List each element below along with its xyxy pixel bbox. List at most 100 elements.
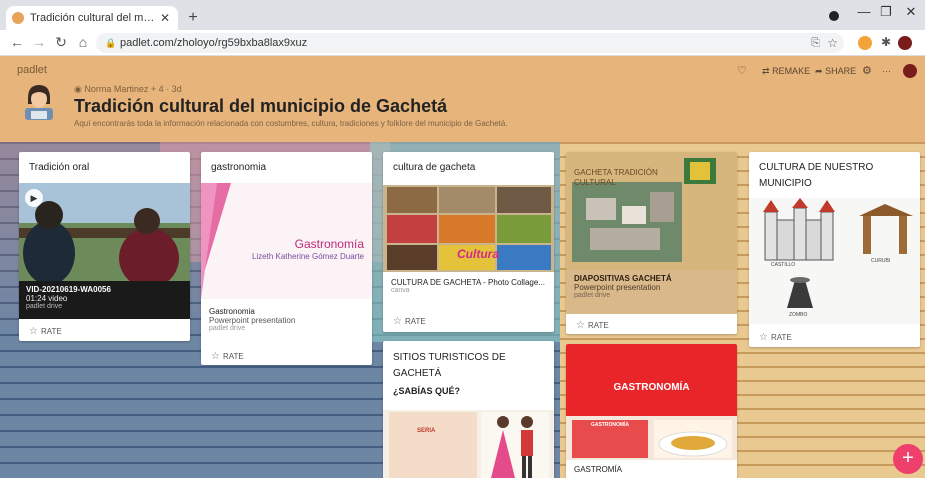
mini-slide: GASTRONOMÍA xyxy=(572,420,648,458)
rate-button[interactable]: ☆ RATE xyxy=(29,326,62,337)
attachment-source: padlet drive xyxy=(209,325,246,332)
page-title: Tradición cultural del municipio de Gach… xyxy=(74,96,448,116)
video-title: VID-20210619-WA0056 xyxy=(26,285,111,294)
account-avatar-icon[interactable] xyxy=(898,36,912,50)
padlet-header: padlet ◉ Norma Martinez + 4 · 3d Tradici… xyxy=(0,56,925,142)
attachment-meta: CULTURA DE GACHETA - Photo Collage... ca… xyxy=(391,278,545,294)
home-icon[interactable]: ⌂ xyxy=(74,34,92,50)
column-title: cultura de gacheta xyxy=(393,162,476,173)
star-icon: ☆ xyxy=(211,351,220,362)
close-tab-icon[interactable]: ✕ xyxy=(158,11,172,25)
brochure-panel: SERIA xyxy=(389,412,477,478)
padlet-favicon-icon xyxy=(12,12,24,24)
rate-button[interactable]: ☆ RATE xyxy=(393,316,426,327)
star-icon: ☆ xyxy=(759,332,768,343)
drawing-label-curubi: CURUBI xyxy=(871,258,891,264)
reload-icon[interactable]: ↻ xyxy=(52,34,70,51)
user-avatar[interactable] xyxy=(903,64,917,78)
remake-button[interactable]: ⇄ REMAKE xyxy=(762,66,810,77)
video-frame-image xyxy=(19,183,190,288)
video-meta: 01:24 video xyxy=(26,294,68,303)
gastronomia-banner[interactable]: GASTRONOMÍA xyxy=(566,344,737,416)
star-icon: ☆ xyxy=(576,320,585,331)
brochure-label: SERIA xyxy=(417,428,436,434)
drawing-label-castillo: CASTILLO xyxy=(771,262,796,268)
rate-label: RATE xyxy=(587,321,609,330)
attachment-type: Powerpoint presentation xyxy=(209,316,296,325)
collaborator-count[interactable]: + 4 xyxy=(151,84,164,94)
post-thumbnail[interactable]: SERIA xyxy=(383,410,554,478)
attachment-type: Powerpoint presentation xyxy=(574,283,661,292)
attachment-title[interactable]: Gastronomia xyxy=(209,307,295,316)
drawing-thumbnail[interactable]: CASTILLO CURUBI ZOMBO xyxy=(749,198,920,324)
column-title: CULTURA DE NUESTRO MUNICIPIO xyxy=(759,162,874,189)
column-gastronomia[interactable]: gastronomia Gastronomía Lizeth Katherine… xyxy=(201,152,372,365)
more-menu-button[interactable]: ··· xyxy=(882,66,891,76)
author-name[interactable]: Norma Martinez xyxy=(84,84,148,94)
slide-thumbnail[interactable]: Gastronomía Lizeth Katherine Gómez Duart… xyxy=(201,183,372,299)
rate-label: RATE xyxy=(222,352,244,361)
attachment-meta: DIAPOSITIVAS GACHETÁ Powerpoint presenta… xyxy=(566,270,737,314)
browser-toolbar: ← → ↻ ⌂ 🔒 padlet.com/zholoyo/rg59bxba8la… xyxy=(0,30,925,56)
drawing-label-zombo: ZOMBO xyxy=(789,312,808,318)
browser-tab[interactable]: Tradición cultural del municipio c ✕ xyxy=(6,6,178,30)
post-age: · 3d xyxy=(166,84,182,94)
post-title: GASTROMÍA xyxy=(574,465,623,474)
forward-icon[interactable]: → xyxy=(30,34,48,50)
close-window-button[interactable]: ✕ xyxy=(897,4,925,20)
add-post-button[interactable]: + xyxy=(893,444,923,474)
bookmark-star-icon[interactable]: ☆ xyxy=(827,33,838,53)
collage-thumbnail[interactable]: Cultura xyxy=(383,185,554,272)
remake-icon: ⇄ xyxy=(762,66,770,76)
column-title: Tradición oral xyxy=(29,162,90,173)
settings-gear-icon[interactable]: ⚙ xyxy=(862,64,872,77)
post-sitios-turisticos[interactable]: SITIOS TURISTICOS DE GACHETÁ ¿SABÍAS QUÉ… xyxy=(383,341,554,478)
lock-icon: 🔒 xyxy=(105,38,117,48)
remake-label: REMAKE xyxy=(772,66,811,76)
banner-heading: GASTRONOMÍA xyxy=(613,382,690,393)
padlet-logo[interactable]: padlet xyxy=(17,64,47,76)
url-text: padlet.com/zholoyo/rg59bxba8lax9xuz xyxy=(120,37,308,49)
slide-author: Lizeth Katherine Gómez Duarte xyxy=(251,252,364,261)
attachment-source: canva xyxy=(391,287,410,294)
column-cultura-municipio[interactable]: CULTURA DE NUESTRO MUNICIPIO CASTILLO CU… xyxy=(749,152,920,347)
cast-icon[interactable]: ⎘ xyxy=(811,33,820,53)
rate-button[interactable]: ☆ RATE xyxy=(211,351,244,362)
profile-menu-icon[interactable] xyxy=(829,11,839,21)
slide-heading: GACHETA TRADICIÓN CULTURAL xyxy=(574,168,658,187)
video-caption: VID-20210619-WA0056 01:24 video padlet d… xyxy=(19,281,190,319)
post-title: SITIOS TURISTICOS DE GACHETÁ xyxy=(393,352,506,379)
share-button[interactable]: ➦ SHARE xyxy=(815,66,856,77)
video-source: padlet drive xyxy=(26,303,63,310)
post-gastronomia[interactable]: GASTRONOMÍA GASTRONOMÍA GASTROMÍA xyxy=(566,344,737,478)
mini-slide-heading: GASTRONOMÍA xyxy=(590,422,630,428)
rate-label: RATE xyxy=(404,317,426,326)
address-bar[interactable]: 🔒 padlet.com/zholoyo/rg59bxba8lax9xuz ⎘ … xyxy=(96,33,844,53)
food-image xyxy=(654,420,732,458)
attachment-source: padlet drive xyxy=(574,292,611,299)
attachment-title[interactable]: CULTURA DE GACHETA - Photo Collage... xyxy=(391,278,545,287)
back-icon[interactable]: ← xyxy=(8,34,26,50)
extensions-puzzle-icon[interactable]: ✱ xyxy=(877,35,895,49)
video-thumbnail[interactable]: ▶ VID-20210619-WA0056 01:24 video padlet… xyxy=(19,183,190,319)
post-subtitle: ¿SABÍAS QUÉ? xyxy=(393,386,461,396)
attachment-title[interactable]: DIAPOSITIVAS GACHETÁ xyxy=(574,274,729,283)
browser-tab-bar: Tradición cultural del municipio c ✕ + —… xyxy=(0,0,925,30)
restore-button[interactable]: ❐ xyxy=(872,4,900,20)
page-description: Aquí encontrarás toda la información rel… xyxy=(74,119,508,128)
rate-button[interactable]: ☆ RATE xyxy=(759,332,792,343)
slide-thumbnail[interactable]: GACHETA TRADICIÓN CULTURAL xyxy=(566,152,737,270)
column-title: gastronomia xyxy=(211,162,267,173)
new-tab-button[interactable]: + xyxy=(184,9,202,27)
column-cultura-de-gacheta[interactable]: cultura de gacheta Cultura CULTURA DE GA… xyxy=(383,152,554,332)
play-icon[interactable]: ▶ xyxy=(25,189,43,207)
gastronomia-preview: GASTRONOMÍA xyxy=(566,416,737,460)
column-gacheta-tradicion[interactable]: GACHETA TRADICIÓN CULTURAL DIAPOSITIVAS … xyxy=(566,152,737,334)
column-tradicion-oral[interactable]: Tradición oral ▶ VID-20210619-WA0056 01:… xyxy=(19,152,190,341)
extension-icon[interactable] xyxy=(858,36,872,50)
collage-overlay-text: Cultura xyxy=(457,247,499,261)
heart-icon[interactable]: ♡ xyxy=(737,64,747,77)
dancers-image xyxy=(481,412,549,478)
share-icon: ➦ xyxy=(815,66,823,76)
rate-button[interactable]: ☆ RATE xyxy=(576,320,609,331)
